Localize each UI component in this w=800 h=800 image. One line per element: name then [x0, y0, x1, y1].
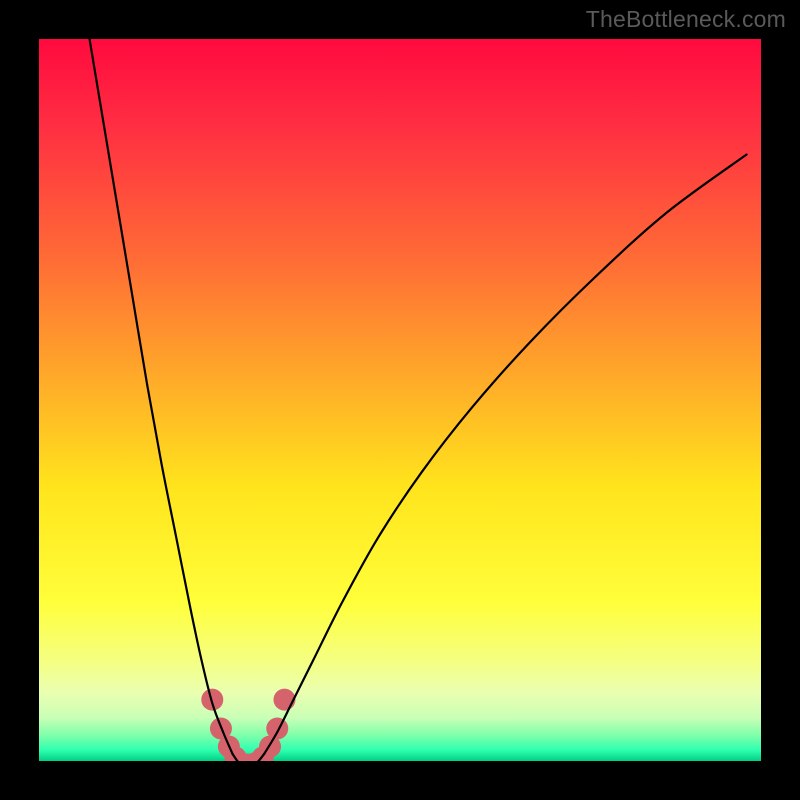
highlight-dot: [273, 689, 295, 711]
plot-area: [39, 39, 761, 761]
chart-frame: TheBottleneck.com: [0, 0, 800, 800]
watermark-text: TheBottleneck.com: [586, 6, 786, 33]
left-curve: [90, 39, 233, 754]
curves-layer: [39, 39, 761, 761]
highlight-dot: [266, 718, 288, 740]
right-curve: [264, 155, 746, 754]
